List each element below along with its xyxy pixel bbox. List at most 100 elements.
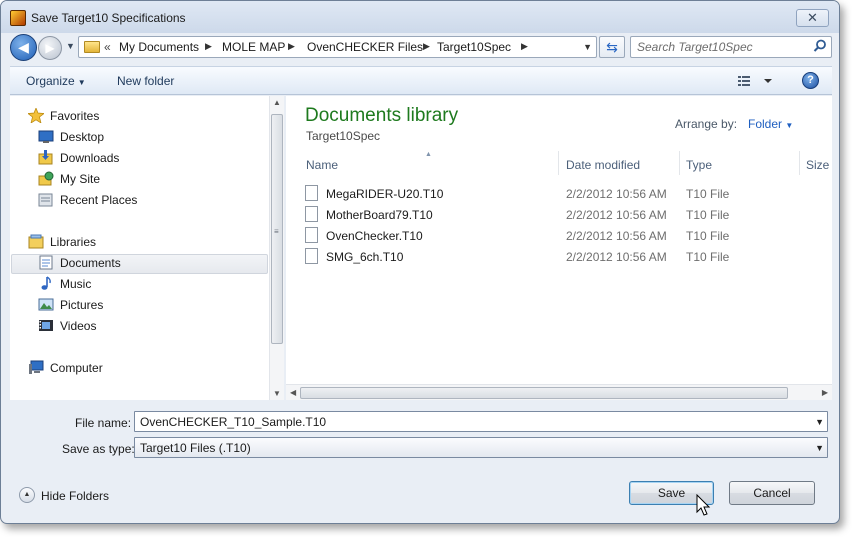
search-input[interactable]: [631, 37, 811, 57]
file-date: 2/2/2012 10:56 AM: [566, 229, 667, 243]
breadcrumb-ovenchecker-files[interactable]: OvenCHECKER Files: [307, 40, 423, 54]
column-header-label: Date modified: [566, 158, 641, 172]
computer-icon: [29, 360, 44, 374]
breadcrumb-my-documents[interactable]: My Documents: [119, 40, 199, 54]
chevron-down-icon: ▼: [815, 443, 824, 453]
downloads-icon: [38, 150, 53, 165]
music-icon: [41, 276, 51, 290]
scrollbar-thumb[interactable]: [300, 387, 788, 399]
title-bar[interactable]: Save Target10 Specifications ✕: [1, 1, 839, 33]
column-header-name[interactable]: Name: [300, 151, 559, 175]
close-icon: ✕: [807, 10, 818, 25]
folder-icon: [84, 41, 100, 53]
file-list-horizontal-scrollbar[interactable]: ◀ ▶: [286, 384, 832, 400]
file-type: T10 File: [686, 187, 730, 201]
command-toolbar: Organize ▼ New folder ?: [10, 66, 832, 95]
file-row[interactable]: OvenChecker.T10 2/2/2012 10:56 AM T10 Fi…: [300, 225, 820, 246]
column-header-size[interactable]: Size: [800, 151, 839, 175]
nav-item-label: Videos: [60, 319, 97, 333]
organize-button[interactable]: Organize ▼: [26, 74, 86, 88]
column-header-label: Type: [686, 158, 713, 172]
pictures-icon: [38, 298, 54, 311]
scroll-up-icon[interactable]: ▲: [273, 98, 281, 107]
chevron-down-icon: ▼: [785, 121, 794, 130]
forward-arrow-icon: ▶: [45, 41, 55, 55]
nav-item-label: Documents: [60, 256, 121, 270]
nav-item-label: Downloads: [60, 151, 120, 165]
navigation-pane: Favorites Desktop Downloads My Site Rece…: [10, 96, 284, 400]
breadcrumb-mole-map[interactable]: MOLE MAP: [222, 40, 285, 54]
app-icon: [10, 10, 26, 26]
breadcrumb-separator-icon[interactable]: ▶: [521, 41, 528, 52]
library-title: Documents library: [305, 105, 459, 126]
column-header-label: Size: [806, 158, 830, 172]
address-dropdown-icon[interactable]: ▼: [583, 42, 592, 52]
refresh-button[interactable]: ⇆: [599, 36, 625, 58]
chevron-down-icon[interactable]: ▼: [815, 417, 824, 427]
new-folder-button[interactable]: New folder: [117, 74, 174, 88]
forward-button[interactable]: ▶: [38, 36, 62, 60]
nav-item-label: Pictures: [60, 298, 104, 312]
refresh-icon: ⇆: [606, 39, 618, 55]
file-type: T10 File: [686, 208, 730, 222]
column-header-type[interactable]: Type: [680, 151, 800, 175]
documents-icon: [39, 255, 53, 270]
file-row[interactable]: MegaRIDER-U20.T10 2/2/2012 10:56 AM T10 …: [300, 183, 820, 204]
window-title: Save Target10 Specifications: [31, 11, 186, 25]
scroll-right-icon[interactable]: ▶: [822, 388, 828, 397]
file-icon: [305, 227, 318, 243]
file-icon: [305, 185, 318, 201]
arrange-by-dropdown[interactable]: Folder ▼: [748, 117, 793, 131]
file-name-label: File name:: [75, 416, 132, 430]
file-icon: [305, 206, 318, 222]
breadcrumb-separator-icon[interactable]: ▶: [423, 41, 430, 52]
breadcrumb-target10spec[interactable]: Target10Spec: [437, 40, 511, 54]
file-name: MotherBoard79.T10: [326, 208, 433, 222]
file-name: MegaRIDER-U20.T10: [326, 187, 444, 201]
file-date: 2/2/2012 10:56 AM: [566, 208, 667, 222]
save-as-type-value: Target10 Files (.T10): [140, 441, 251, 455]
nav-item-label: My Site: [60, 172, 101, 186]
breadcrumb-separator-icon[interactable]: ▶: [205, 41, 212, 52]
scroll-left-icon[interactable]: ◀: [290, 388, 296, 397]
nav-pane-scrollbar[interactable]: ▲ ≡ ▼: [269, 96, 284, 400]
file-list-pane: Documents library Target10Spec Arrange b…: [286, 96, 832, 400]
mouse-cursor-icon: [696, 494, 711, 516]
star-icon: [28, 108, 44, 123]
file-date: 2/2/2012 10:56 AM: [566, 250, 667, 264]
breadcrumb-separator-icon[interactable]: ▶: [288, 41, 295, 52]
file-name-input[interactable]: [135, 412, 805, 431]
file-row[interactable]: SMG_6ch.T10 2/2/2012 10:56 AM T10 File: [300, 246, 820, 267]
library-subtitle: Target10Spec: [306, 129, 381, 143]
save-dialog: Save Target10 Specifications ✕ ◀ ▶ ▼ « M…: [0, 0, 840, 524]
collapse-up-icon: ▲: [19, 487, 35, 503]
nav-item-label: Music: [60, 277, 92, 291]
file-row[interactable]: MotherBoard79.T10 2/2/2012 10:56 AM T10 …: [300, 204, 820, 225]
file-type: T10 File: [686, 250, 730, 264]
cancel-button[interactable]: Cancel: [729, 481, 815, 505]
scrollbar-thumb[interactable]: ≡: [271, 114, 283, 344]
hide-folders-label: Hide Folders: [41, 489, 110, 503]
file-name-combobox: ▼: [134, 411, 828, 432]
close-button[interactable]: ✕: [796, 9, 829, 27]
arrange-by-label: Arrange by:: [675, 117, 738, 131]
file-name: OvenChecker.T10: [326, 229, 423, 243]
breadcrumb-overflow[interactable]: «: [104, 40, 111, 54]
save-as-type-select[interactable]: Target10 Files (.T10) ▼: [134, 437, 828, 458]
column-header-date-modified[interactable]: Date modified: [560, 151, 680, 175]
file-type: T10 File: [686, 229, 730, 243]
search-icon[interactable]: [813, 39, 827, 53]
grip-icon: ≡: [274, 227, 279, 236]
file-name: SMG_6ch.T10: [326, 250, 404, 264]
change-view-icon[interactable]: [738, 73, 778, 89]
scroll-down-icon[interactable]: ▼: [273, 389, 281, 398]
site-icon: [38, 171, 54, 186]
nav-item-label: Recent Places: [60, 193, 138, 207]
recent-pages-dropdown[interactable]: ▼: [66, 41, 75, 51]
back-button[interactable]: ◀: [10, 34, 37, 61]
help-icon[interactable]: ?: [802, 72, 819, 89]
column-header-label: Name: [306, 158, 339, 172]
nav-libraries-label: Libraries: [50, 235, 97, 249]
address-bar[interactable]: « My Documents ▶ MOLE MAP ▶ OvenCHECKER …: [78, 36, 597, 58]
chevron-down-icon: ▼: [77, 78, 86, 87]
